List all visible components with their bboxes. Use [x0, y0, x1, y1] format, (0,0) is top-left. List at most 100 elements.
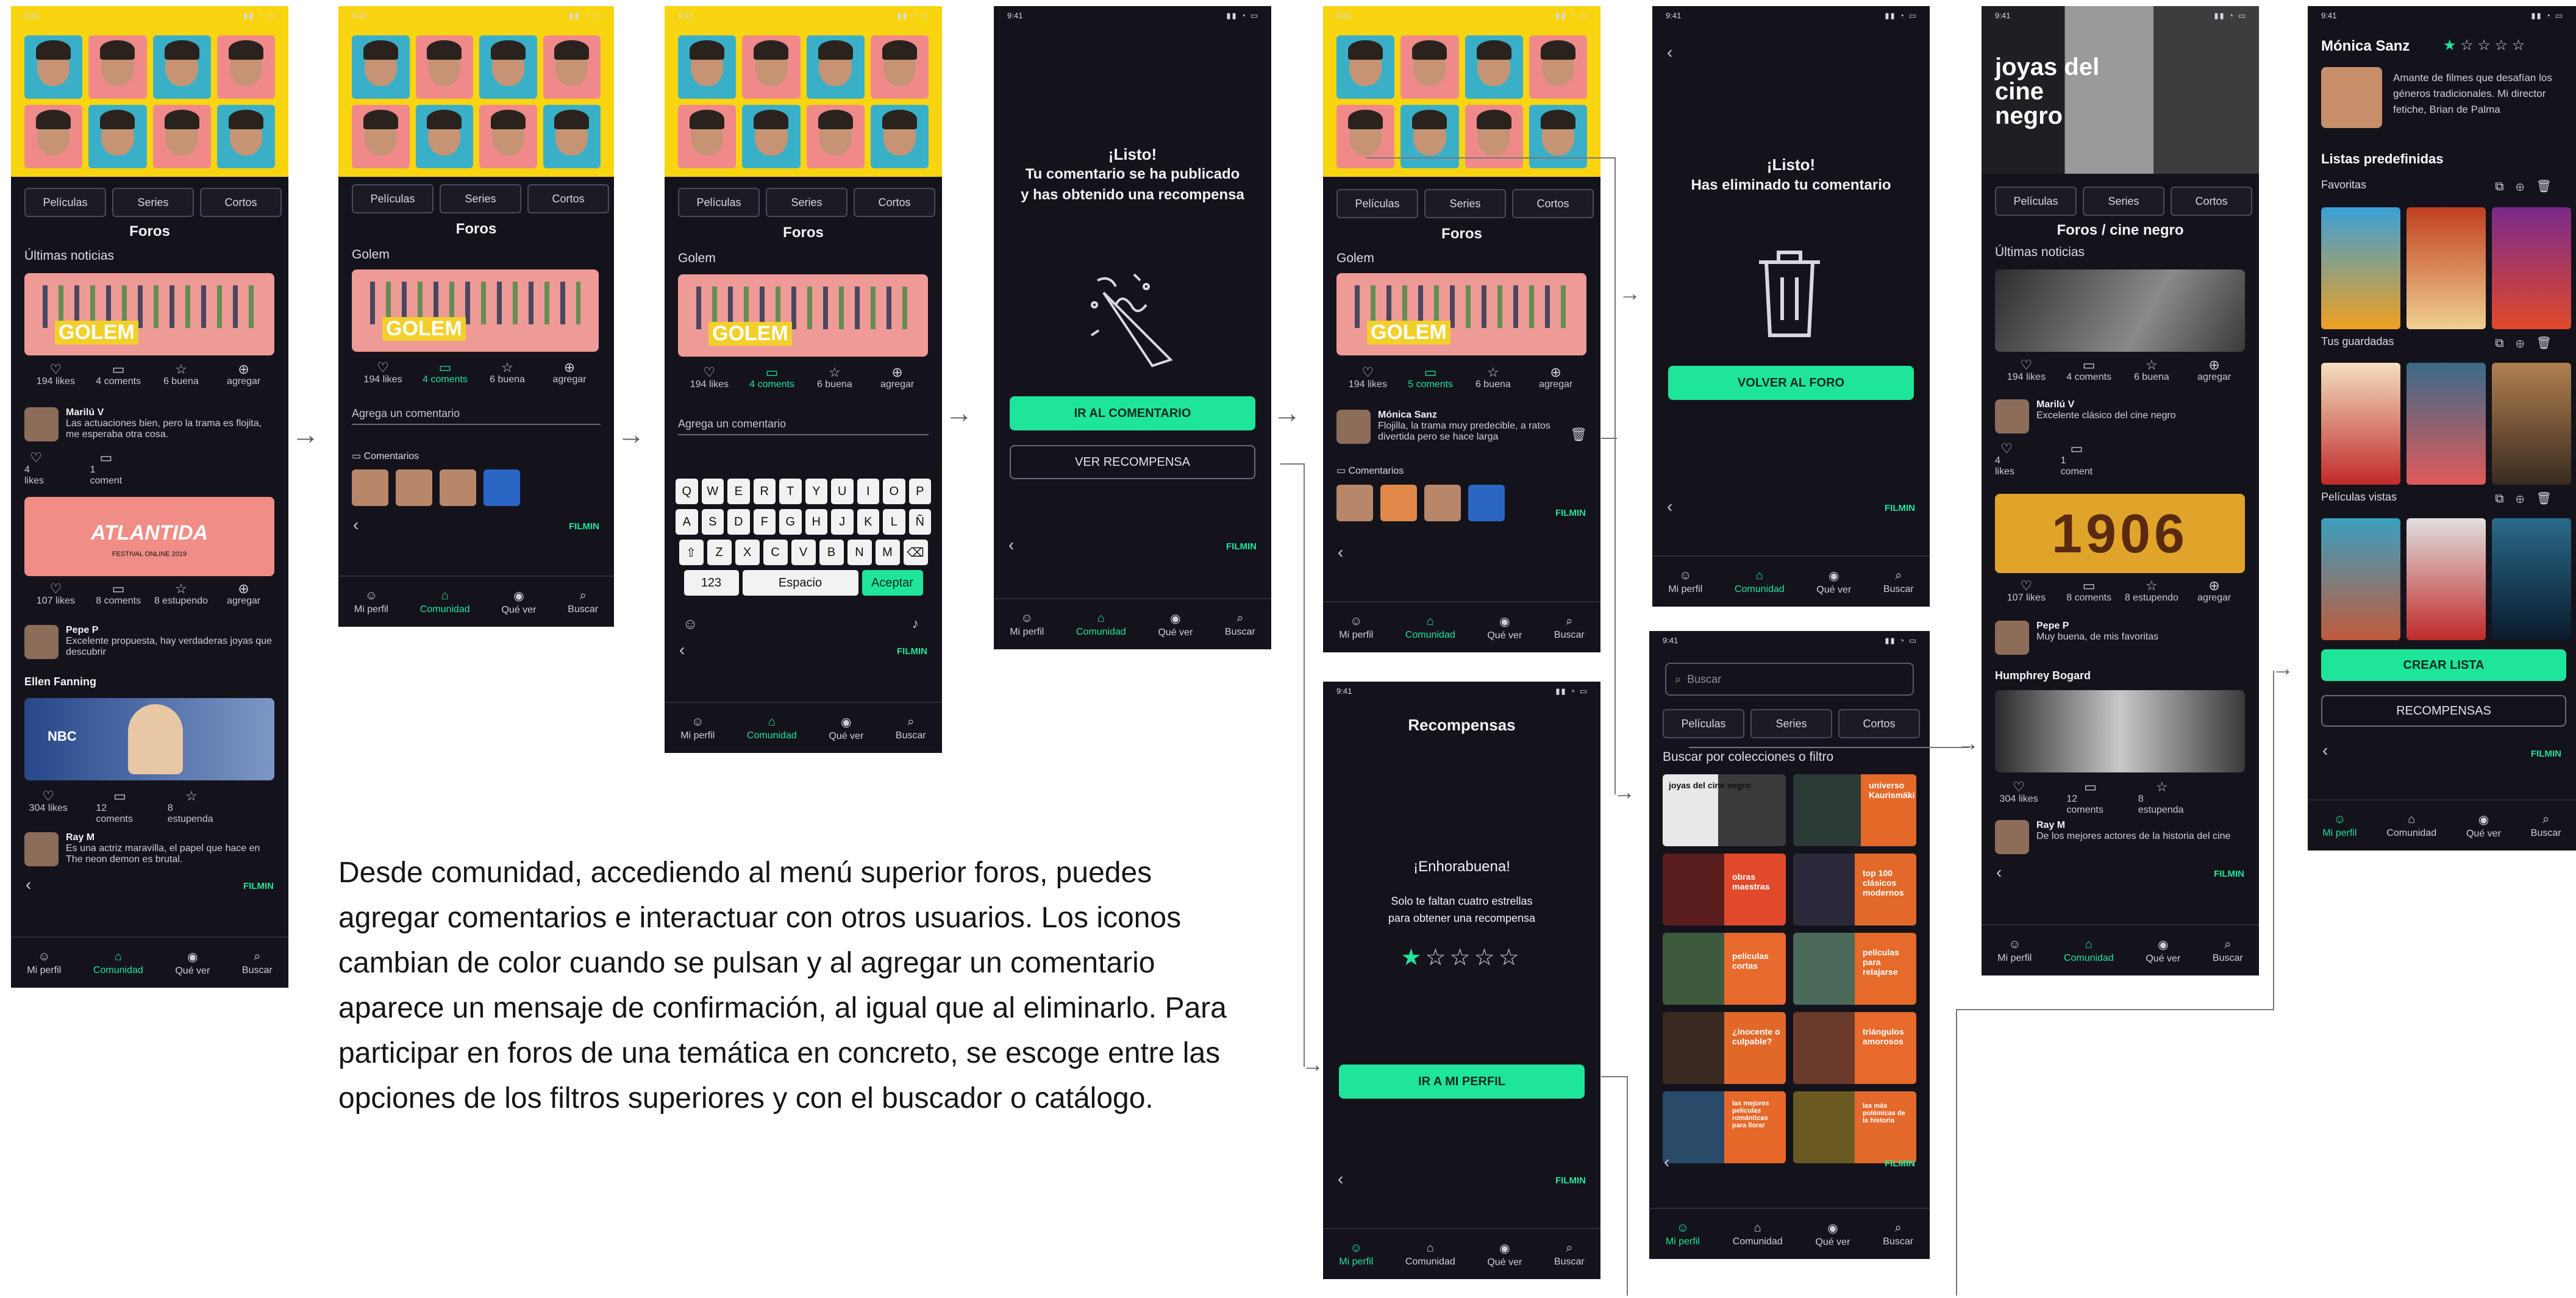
nav-que-ver[interactable]: ◉ Qué ver	[1815, 1221, 1850, 1248]
nav-mi-perfil[interactable]: ☺ Mi perfil	[1339, 1241, 1373, 1268]
nav-buscar[interactable]: ⌕ Buscar	[2531, 813, 2561, 839]
add-button[interactable]: ⊕ agregar	[2183, 358, 2246, 383]
nav-buscar[interactable]: ⌕ Buscar	[1554, 1241, 1585, 1268]
like-button[interactable]: ♡ 194 likes	[24, 363, 87, 387]
keyboard-key[interactable]: D	[727, 509, 750, 535]
back-icon[interactable]: ‹	[2322, 741, 2328, 760]
collection-card[interactable]: universo Kaurismäki	[1793, 774, 1916, 846]
nav-que-ver[interactable]: ◉ Qué ver	[1816, 568, 1851, 596]
comment-button[interactable]: ▭ 1 coment	[90, 451, 122, 487]
rate-button[interactable]: ☆ 6 buena	[476, 361, 538, 385]
like-button[interactable]: ♡ 194 likes	[1995, 358, 2058, 383]
bogard-poster[interactable]	[1995, 690, 2245, 772]
rate-button[interactable]: ☆ 8 estupendo	[150, 582, 213, 607]
back-icon[interactable]: ‹	[1338, 1169, 1343, 1189]
nav-comunidad[interactable]: ⌂ Comunidad	[2064, 938, 2114, 964]
comment-button[interactable]: ▭ 12 coments	[96, 790, 143, 825]
comment-input[interactable]: Agrega un comentario	[678, 418, 929, 435]
rate-button[interactable]: ☆ 6 buena	[804, 366, 866, 390]
year-poster[interactable]: 1906	[1995, 494, 2245, 573]
collection-card[interactable]: ¿inocente o culpable?	[1663, 1012, 1786, 1084]
like-button[interactable]: ♡ 194 likes	[352, 361, 414, 385]
rate-button[interactable]: ☆ 6 buena	[2121, 358, 2183, 383]
nav-comunidad[interactable]: ⌂ Comunidad	[1076, 612, 1126, 638]
keyboard-key[interactable]: S	[701, 509, 724, 535]
poster-card[interactable]	[2321, 363, 2400, 485]
nav-comunidad[interactable]: ⌂ Comunidad	[1405, 615, 1455, 641]
poster-card[interactable]	[2492, 363, 2571, 485]
tab-peliculas[interactable]: Películas	[1995, 187, 2077, 216]
comment-button[interactable]: ▭ 1 coment	[2061, 442, 2093, 477]
poster-card[interactable]	[2321, 518, 2400, 640]
keyboard-key[interactable]: Q	[676, 479, 698, 504]
golem-poster[interactable]: GOLEM	[1336, 273, 1586, 355]
keyboard-key[interactable]: H	[805, 509, 827, 535]
create-list-button[interactable]: CREAR LISTA	[2321, 649, 2566, 681]
back-icon[interactable]: ‹	[1008, 535, 1014, 555]
nav-comunidad[interactable]: ⌂ Comunidad	[420, 589, 470, 615]
keyboard-key[interactable]: N	[847, 540, 872, 565]
nav-buscar[interactable]: ⌕ Buscar	[242, 950, 273, 976]
nav-mi-perfil[interactable]: ☺ Mi perfil	[1339, 615, 1373, 641]
tab-cortos[interactable]: Cortos	[200, 188, 282, 217]
tab-peliculas[interactable]: Películas	[678, 188, 760, 217]
poster-card[interactable]	[2407, 518, 2486, 640]
tab-cortos[interactable]: Cortos	[1838, 709, 1920, 738]
keyboard-key[interactable]: F	[753, 509, 776, 535]
keyboard-key[interactable]: T	[779, 479, 802, 504]
like-button[interactable]: ♡ 4 likes	[1995, 442, 2018, 477]
back-icon[interactable]: ‹	[1664, 1152, 1669, 1172]
back-to-forum-button[interactable]: VOLVER AL FORO	[1668, 366, 1914, 400]
trash-icon[interactable]: 🗑	[2536, 337, 2564, 350]
back-icon[interactable]: ‹	[1667, 497, 1672, 516]
keyboard-key[interactable]: X	[735, 540, 760, 565]
tab-cortos[interactable]: Cortos	[527, 184, 609, 213]
key-accept[interactable]: Aceptar	[862, 570, 923, 596]
keyboard-key[interactable]: C	[763, 540, 788, 565]
nav-mi-perfil[interactable]: ☺ Mi perfil	[354, 589, 388, 615]
collection-card[interactable]: top 100 clásicos modernos	[1793, 854, 1916, 925]
search-input[interactable]: ⌕ Buscar	[1665, 663, 1914, 696]
like-button[interactable]: ♡ 194 likes	[678, 366, 741, 390]
tab-series[interactable]: Series	[112, 188, 194, 217]
back-icon[interactable]: ‹	[1338, 543, 1343, 562]
comment-button[interactable]: ▭ 8 coments	[2058, 579, 2121, 604]
nav-que-ver[interactable]: ◉ Qué ver	[2466, 812, 2501, 840]
tab-peliculas[interactable]: Películas	[24, 188, 106, 217]
view-reward-button[interactable]: VER RECOMPENSA	[1010, 445, 1255, 479]
trash-icon[interactable]: 🗑	[2536, 492, 2564, 505]
tab-peliculas[interactable]: Películas	[1663, 709, 1744, 738]
nav-que-ver[interactable]: ◉ Qué ver	[1487, 1241, 1522, 1268]
collection-card[interactable]: las mejores películas románticas para ll…	[1663, 1091, 1786, 1163]
rate-button[interactable]: ☆ 8 estupenda	[2138, 780, 2186, 816]
add-button[interactable]: ⊕ agregar	[866, 366, 929, 390]
tab-series[interactable]: Series	[766, 188, 847, 217]
golem-poster[interactable]: GOLEM	[678, 274, 928, 357]
keyboard-key[interactable]: E	[727, 479, 750, 504]
keyboard-key[interactable]: O	[883, 479, 905, 504]
like-button[interactable]: ♡ 107 likes	[24, 582, 87, 607]
nav-buscar[interactable]: ⌕ Buscar	[2213, 938, 2243, 964]
poster-card[interactable]	[2407, 363, 2486, 485]
nav-mi-perfil[interactable]: ☺ Mi perfil	[1997, 938, 2032, 964]
comment-button[interactable]: ▭ 4 coments	[414, 361, 476, 385]
nav-comunidad[interactable]: ⌂ Comunidad	[2386, 813, 2436, 839]
nav-buscar[interactable]: ⌕ Buscar	[568, 589, 598, 615]
keyboard-key[interactable]: P	[908, 479, 931, 504]
back-icon[interactable]: ‹	[679, 640, 685, 660]
add-button[interactable]: ⊕ agregar	[1524, 366, 1587, 390]
back-icon[interactable]: ‹	[1667, 43, 1672, 62]
nav-mi-perfil[interactable]: ☺ Mi perfil	[680, 715, 715, 741]
comment-button[interactable]: ▭ 12 coments	[2066, 780, 2114, 816]
ellen-poster[interactable]: NBC	[24, 698, 274, 780]
avatar[interactable]	[2321, 67, 2382, 128]
add-icon[interactable]: ⊕	[2516, 337, 2536, 350]
nav-buscar[interactable]: ⌕ Buscar	[1883, 1221, 1913, 1247]
nav-comunidad[interactable]: ⌂ Comunidad	[1733, 1221, 1783, 1247]
rate-button[interactable]: ☆ 8 estupendo	[2121, 579, 2183, 604]
nav-comunidad[interactable]: ⌂ Comunidad	[1405, 1241, 1455, 1268]
tab-series[interactable]: Series	[1750, 709, 1832, 738]
keyboard-key[interactable]: ⇧	[679, 540, 704, 565]
microphone-icon[interactable]: ♪	[912, 616, 919, 632]
golem-poster[interactable]: GOLEM	[24, 273, 274, 355]
